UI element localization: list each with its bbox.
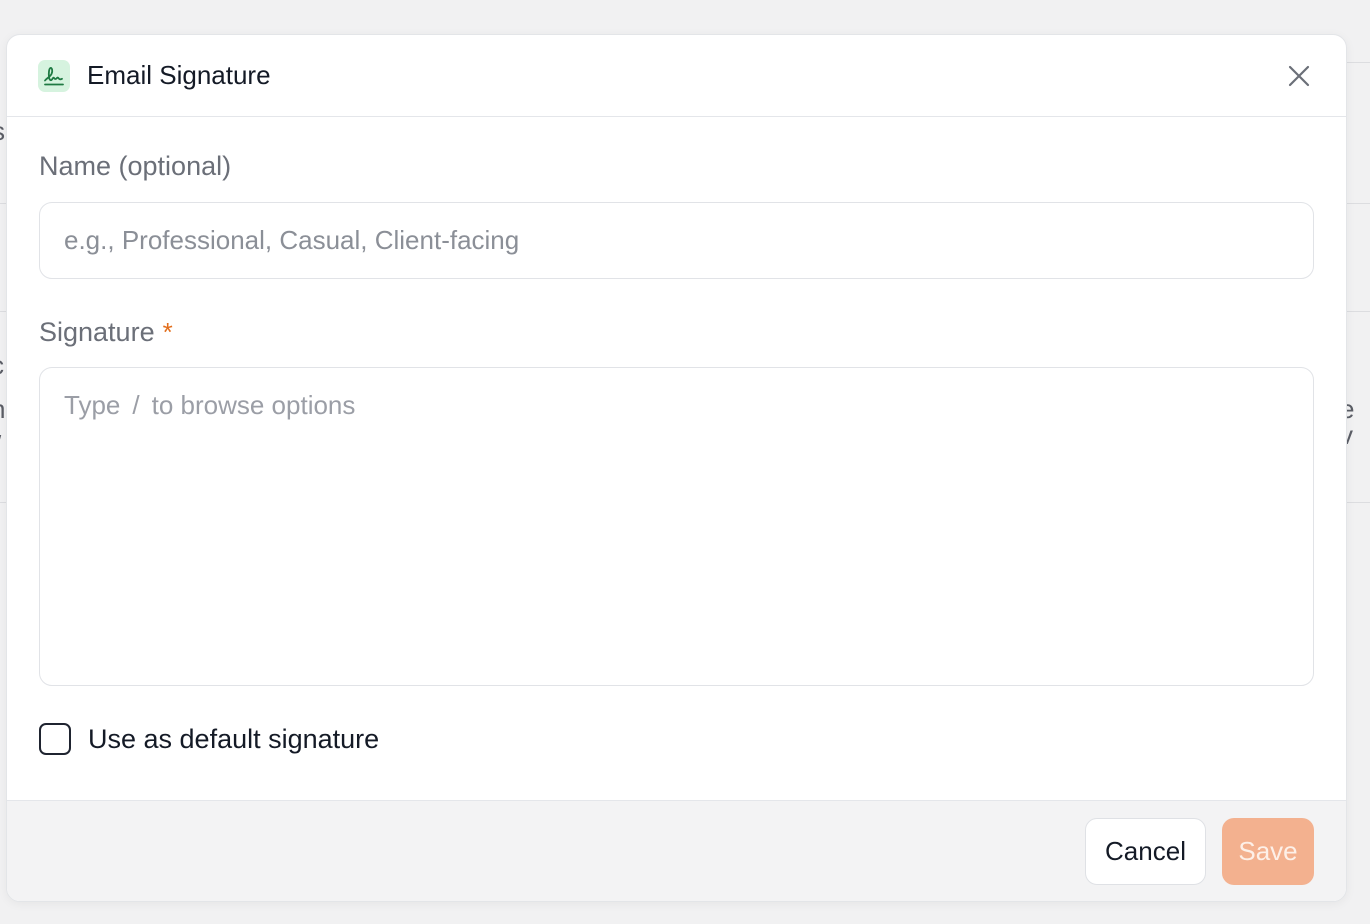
signature-name-input[interactable] — [39, 202, 1314, 279]
dialog-body: Name (optional) Signature * Type / to brow… — [7, 117, 1346, 755]
close-button[interactable] — [1282, 59, 1316, 93]
background-text-fragment: / — [0, 432, 1, 458]
signature-editor[interactable]: Type / to browse options — [39, 367, 1314, 686]
signature-field-label-row: Signature * — [39, 317, 1313, 348]
dialog-header: Email Signature — [7, 35, 1346, 117]
background-divider — [1347, 62, 1370, 63]
editor-placeholder-suffix: to browse options — [151, 390, 356, 420]
name-field-label: Name (optional) — [39, 151, 232, 181]
background-divider — [1347, 502, 1370, 503]
signature-field-label: Signature — [39, 317, 155, 347]
background-divider — [1347, 311, 1370, 312]
close-icon — [1288, 65, 1310, 86]
dialog-title: Email Signature — [87, 60, 271, 90]
signature-icon — [38, 59, 70, 92]
email-signature-dialog: Email Signature Name (optional) Signatur… — [6, 34, 1347, 902]
default-signature-option[interactable]: Use as default signature — [39, 723, 1313, 755]
default-signature-label[interactable]: Use as default signature — [88, 724, 379, 755]
editor-placeholder-slash: / — [132, 390, 140, 420]
background-divider — [1347, 203, 1370, 204]
default-signature-checkbox[interactable] — [39, 723, 71, 755]
save-button[interactable]: Save — [1222, 817, 1314, 885]
background-text-fragment: s — [0, 118, 5, 144]
required-indicator: * — [162, 317, 173, 347]
background-text-fragment: c — [0, 352, 4, 378]
cancel-button[interactable]: Cancel — [1085, 817, 1206, 885]
background-text-fragment: n — [0, 396, 5, 422]
editor-placeholder-prefix: Type — [64, 390, 121, 420]
dialog-footer: Cancel Save — [7, 800, 1346, 901]
